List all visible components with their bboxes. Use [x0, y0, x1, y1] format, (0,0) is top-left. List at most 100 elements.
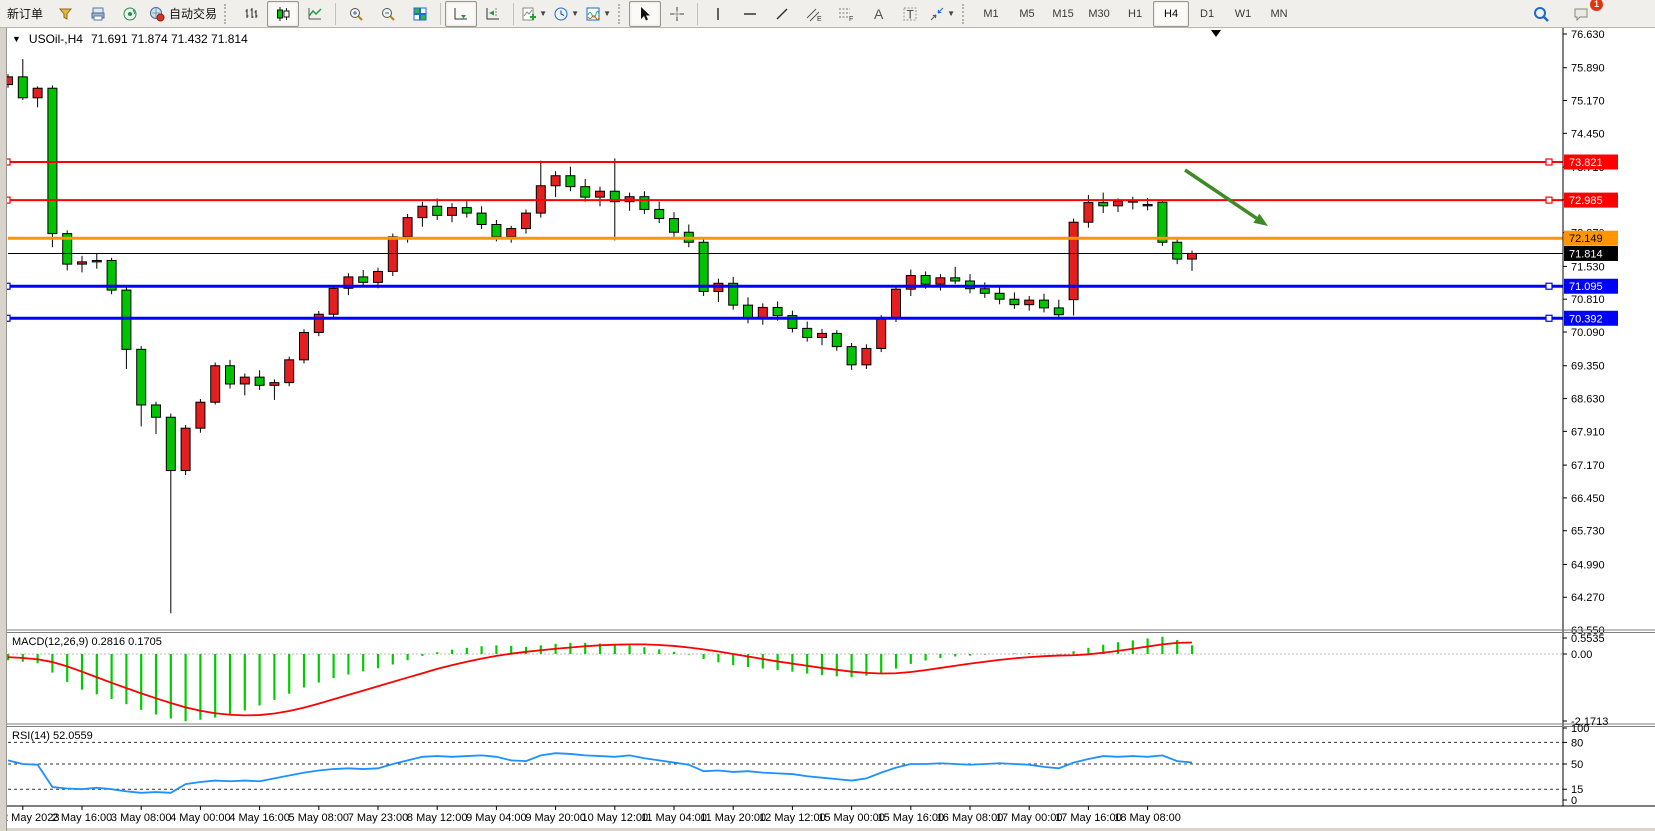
svg-text:65.730: 65.730: [1571, 526, 1605, 538]
dropdown-caret-icon: ▼: [539, 9, 547, 18]
candlestick-chart-icon[interactable]: [267, 1, 299, 27]
line-chart-icon[interactable]: [299, 1, 331, 27]
templates-icon[interactable]: ▼: [582, 1, 614, 27]
fibonacci-icon[interactable]: F: [830, 1, 862, 27]
zoom-out-icon[interactable]: [372, 1, 404, 27]
price-badge-72.149: 72.149: [1564, 231, 1618, 246]
timeframe-button-m1[interactable]: M1: [973, 1, 1009, 27]
svg-text:15 May 00:00: 15 May 00:00: [818, 812, 885, 824]
svg-text:F: F: [849, 16, 853, 22]
svg-text:74.450: 74.450: [1571, 128, 1605, 140]
svg-text:0.5535: 0.5535: [1571, 633, 1605, 645]
window-left-edge: [0, 28, 7, 831]
autotrade-label: 自动交易: [169, 5, 217, 22]
arrows-icon[interactable]: ▼: [926, 1, 958, 27]
timeframe-button-m5[interactable]: M5: [1009, 1, 1045, 27]
svg-text:0: 0: [1571, 795, 1577, 807]
chart-symbol-period: USOil-,H4: [29, 32, 83, 46]
toolbar-grip: [618, 4, 626, 24]
chart-canvas[interactable]: 76.63075.89075.17074.45073.71072.99072.2…: [0, 28, 1655, 831]
indicators-icon[interactable]: ▼: [518, 1, 550, 27]
timeframe-button-d1[interactable]: D1: [1189, 1, 1225, 27]
svg-text:0.00: 0.00: [1571, 649, 1592, 661]
svg-text:17 May 00:00: 17 May 00:00: [996, 812, 1063, 824]
svg-text:76.630: 76.630: [1571, 29, 1605, 41]
svg-text:70.392: 70.392: [1569, 313, 1603, 325]
svg-text:71.530: 71.530: [1571, 261, 1605, 273]
svg-text:15 May 16:00: 15 May 16:00: [877, 812, 944, 824]
svg-text:12 May 12:00: 12 May 12:00: [759, 812, 826, 824]
zoom-in-icon[interactable]: [340, 1, 372, 27]
equidistant-channel-icon[interactable]: E: [798, 1, 830, 27]
svg-text:68.630: 68.630: [1571, 394, 1605, 406]
price-badge-73.821: 73.821: [1564, 155, 1618, 170]
vertical-line-icon[interactable]: [702, 1, 734, 27]
timeframe-button-w1[interactable]: W1: [1225, 1, 1261, 27]
timeframe-button-mn[interactable]: MN: [1261, 1, 1297, 27]
svg-text:T: T: [907, 7, 915, 21]
svg-text:64.270: 64.270: [1571, 592, 1605, 604]
periods-icon[interactable]: ▼: [550, 1, 582, 27]
timeframe-button-h4[interactable]: H4: [1153, 1, 1189, 27]
price-badge-70.392: 70.392: [1564, 311, 1618, 326]
print-icon[interactable]: [82, 1, 114, 27]
svg-text:3 May 08:00: 3 May 08:00: [111, 812, 172, 824]
search-icon[interactable]: [1525, 1, 1557, 27]
svg-text:17 May 16:00: 17 May 16:00: [1055, 812, 1122, 824]
timeframe-button-m15[interactable]: M15: [1045, 1, 1081, 27]
svg-text:69.350: 69.350: [1571, 361, 1605, 373]
new-order-button[interactable]: 新订单: [0, 1, 50, 27]
chart-title: ▼ USOil-,H4 71.691 71.874 71.432 71.814: [12, 32, 248, 46]
svg-text:67.910: 67.910: [1571, 426, 1605, 438]
svg-text:11 May 20:00: 11 May 20:00: [700, 812, 766, 824]
svg-text:72.985: 72.985: [1569, 195, 1603, 207]
svg-text:71.814: 71.814: [1569, 248, 1603, 260]
svg-text:E: E: [817, 16, 822, 22]
timeframe-button-m30[interactable]: M30: [1081, 1, 1117, 27]
text-icon[interactable]: A: [862, 1, 894, 27]
svg-text:7 May 23:00: 7 May 23:00: [348, 812, 409, 824]
svg-text:2 May 16:00: 2 May 16:00: [52, 812, 113, 824]
dropdown-caret-icon: ▼: [603, 9, 611, 18]
svg-text:75.170: 75.170: [1571, 96, 1605, 108]
chart-ohlc-values: 71.691 71.874 71.432 71.814: [91, 32, 248, 46]
notification-count-badge: 1: [1590, 0, 1603, 11]
toolbar: 新订单 自动交易: [0, 0, 1655, 28]
current-price-badge: 71.814: [1564, 246, 1618, 261]
dropdown-caret-icon: ▼: [571, 9, 579, 18]
svg-text:5 May 08:00: 5 May 08:00: [289, 812, 350, 824]
funnel-icon[interactable]: [50, 1, 82, 27]
bar-chart-icon[interactable]: [235, 1, 267, 27]
svg-text:100: 100: [1571, 723, 1589, 735]
text-label-icon[interactable]: T: [894, 1, 926, 27]
svg-text:67.170: 67.170: [1571, 460, 1605, 472]
autotrade-icon[interactable]: 自动交易: [146, 1, 220, 27]
svg-text:11 May 04:00: 11 May 04:00: [641, 812, 707, 824]
svg-text:75.890: 75.890: [1571, 63, 1605, 75]
svg-text:70.810: 70.810: [1571, 294, 1605, 306]
crosshair-icon[interactable]: [661, 1, 693, 27]
svg-text:73.821: 73.821: [1569, 157, 1603, 169]
timeframe-button-h1[interactable]: H1: [1117, 1, 1153, 27]
svg-text:50: 50: [1571, 759, 1583, 771]
horizontal-line-icon[interactable]: [734, 1, 766, 27]
chart-shift-icon[interactable]: [477, 1, 509, 27]
svg-text:A: A: [874, 6, 884, 22]
svg-text:71.095: 71.095: [1569, 281, 1603, 293]
svg-text:64.990: 64.990: [1571, 559, 1605, 571]
trendline-icon[interactable]: [766, 1, 798, 27]
tile-windows-icon[interactable]: [404, 1, 436, 27]
broadcast-icon[interactable]: [114, 1, 146, 27]
svg-text:8 May 12:00: 8 May 12:00: [407, 812, 468, 824]
price-badge-71.095: 71.095: [1564, 279, 1618, 294]
cursor-icon[interactable]: [629, 1, 661, 27]
svg-text:70.090: 70.090: [1571, 327, 1605, 339]
svg-text:10 May 12:00: 10 May 12:00: [581, 812, 648, 824]
svg-text:9 May 04:00: 9 May 04:00: [466, 812, 527, 824]
chart-menu-icon[interactable]: ▼: [12, 34, 21, 44]
svg-text:4 May 16:00: 4 May 16:00: [229, 812, 290, 824]
svg-text:18 May 08:00: 18 May 08:00: [1114, 812, 1181, 824]
price-badge-72.985: 72.985: [1564, 193, 1618, 208]
notifications-icon[interactable]: 1: [1565, 1, 1597, 27]
auto-scroll-icon[interactable]: [445, 1, 477, 27]
